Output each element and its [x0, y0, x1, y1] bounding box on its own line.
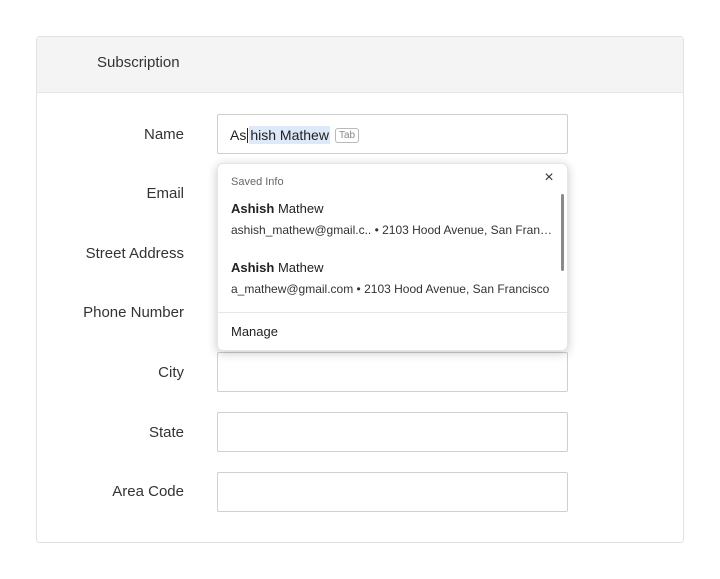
form-header: Subscription — [37, 37, 683, 93]
form-title: Subscription — [97, 54, 180, 71]
state-label: State — [148, 424, 184, 441]
saved-entry-name: Ashish Mathew — [231, 260, 324, 275]
popup-title: Saved Info — [231, 176, 284, 188]
area-code-input[interactable] — [217, 472, 568, 512]
street-address-label: Street Address — [85, 245, 184, 262]
text-cursor — [247, 127, 249, 143]
tab-key-hint: Tab — [334, 127, 360, 143]
saved-entry-detail: a_mathew@gmail.com • 2103 Hood Avenue, S… — [231, 282, 550, 296]
typed-text: As — [230, 127, 247, 143]
city-label: City — [158, 364, 184, 381]
saved-entry-detail: ashish_mathew@gmail.c.. • 2103 Hood Aven… — [231, 223, 556, 237]
name-label: Name — [143, 126, 184, 143]
saved-entry-2[interactable]: Ashish Mathew a_mathew@gmail.com • 2103 … — [231, 260, 556, 297]
saved-info-popup: Saved Info × Ashish Mathew ashish_mathew… — [217, 163, 568, 351]
close-icon[interactable]: × — [541, 170, 557, 186]
phone-number-label: Phone Number — [83, 304, 184, 321]
name-input-value: As hish Mathew Tab — [230, 126, 360, 144]
area-code-label: Area Code — [112, 483, 184, 500]
popup-scrollbar[interactable] — [561, 194, 564, 271]
email-label: Email — [146, 185, 184, 202]
manage-button[interactable]: Manage — [231, 324, 278, 339]
saved-entry-name: Ashish Mathew — [231, 201, 324, 216]
autocomplete-suggestion: hish Mathew — [249, 126, 330, 144]
saved-entry-1[interactable]: Ashish Mathew ashish_mathew@gmail.c.. • … — [231, 201, 556, 238]
state-input[interactable] — [217, 412, 568, 452]
popup-divider — [218, 312, 567, 313]
city-input[interactable] — [217, 352, 568, 392]
name-input[interactable]: As hish Mathew Tab — [217, 114, 568, 154]
